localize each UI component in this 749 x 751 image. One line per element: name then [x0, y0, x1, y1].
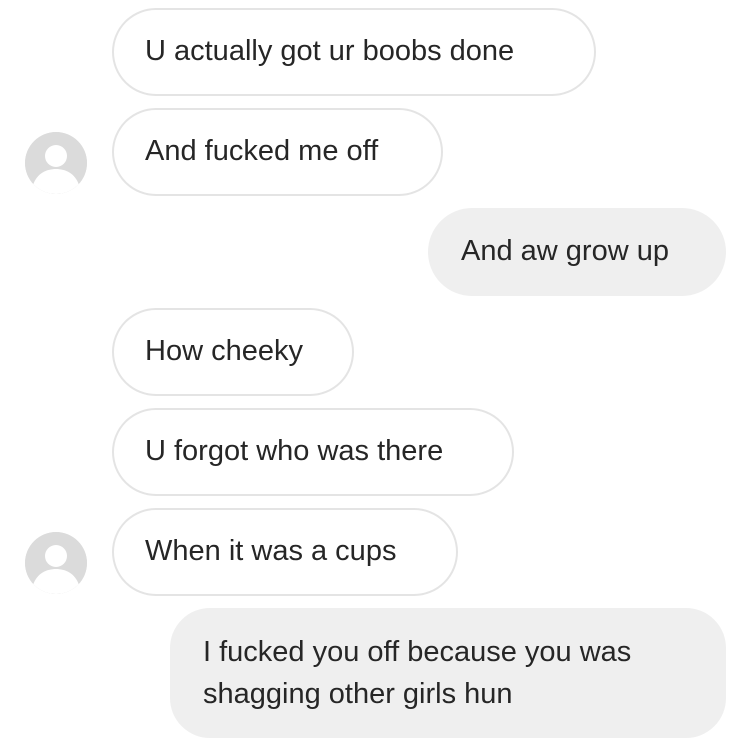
- message-text: When it was a cups: [145, 535, 397, 567]
- message-bubble-incoming[interactable]: U actually got ur boobs done: [112, 8, 596, 96]
- message-bubble-incoming[interactable]: How cheeky: [112, 308, 354, 396]
- message-bubble-incoming[interactable]: And fucked me off: [112, 108, 443, 196]
- message-bubble-incoming[interactable]: When it was a cups: [112, 508, 458, 596]
- message-bubble-outgoing[interactable]: I fucked you off because you was shaggin…: [170, 608, 726, 738]
- message-text: I fucked you off because you was shaggin…: [203, 636, 632, 710]
- message-thread: U actually got ur boobs done And fucked …: [0, 0, 749, 751]
- default-profile-avatar-icon[interactable]: [25, 132, 87, 194]
- default-profile-avatar-icon[interactable]: [25, 532, 87, 594]
- message-text: And fucked me off: [145, 135, 379, 167]
- message-text: U actually got ur boobs done: [145, 35, 515, 67]
- message-text: U forgot who was there: [145, 435, 444, 467]
- message-bubble-incoming[interactable]: U forgot who was there: [112, 408, 514, 496]
- message-text: How cheeky: [145, 335, 303, 367]
- message-text: And aw grow up: [461, 235, 669, 267]
- message-bubble-outgoing[interactable]: And aw grow up: [428, 208, 726, 296]
